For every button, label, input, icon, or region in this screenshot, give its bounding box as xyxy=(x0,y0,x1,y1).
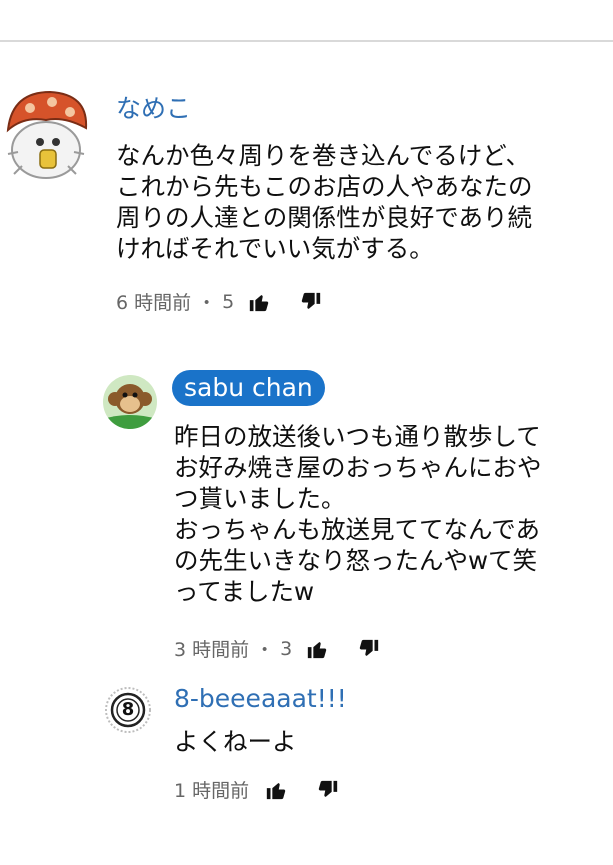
avatar-label: 8 xyxy=(121,699,135,720)
reply-text-line: ってましたw xyxy=(174,577,315,606)
comment-text: なんか色々周りを巻き込んでるけど、 これから先もこのお店の人やあなたの 周りの人… xyxy=(116,140,533,264)
reply-author[interactable]: 8-beeeaaat!!! xyxy=(174,684,347,713)
like-count: 5 xyxy=(222,290,235,313)
comment-author[interactable]: なめこ xyxy=(116,89,191,125)
reply-author[interactable]: sabu chan xyxy=(172,370,325,406)
avatar-8-beeeaaat[interactable]: 8 xyxy=(104,686,152,734)
meta-separator: ・ xyxy=(255,639,275,661)
avatar-sabu-chan[interactable] xyxy=(103,375,157,429)
reply-text-line: つ貰いました。 xyxy=(174,484,346,513)
reply-timestamp: 1 時間前 xyxy=(174,780,250,802)
thumbs-up-icon[interactable] xyxy=(306,638,328,660)
reply-text: 昨日の放送後いつも通り散歩して お好み焼き屋のおっちゃんにおや つ貰いました。 … xyxy=(174,421,542,607)
thumbs-up-icon[interactable] xyxy=(265,779,287,801)
reply-text-line: 昨日の放送後いつも通り散歩して xyxy=(174,422,541,451)
reply-text-line: おっちゃんも放送見ててなんであ xyxy=(174,515,541,544)
comment-text-line: ければそれでいい気がする。 xyxy=(116,234,434,263)
comment-meta: 6 時間前 ・ 5 xyxy=(116,288,322,315)
reply-text-line: お好み焼き屋のおっちゃんにおや xyxy=(174,453,542,482)
comment-thread: なめこ なんか色々周りを巻き込んでるけど、 これから先もこのお店の人やあなたの … xyxy=(0,0,613,330)
reply-meta: 1 時間前 xyxy=(174,776,339,803)
reply-text: よくねーよ xyxy=(174,726,297,757)
thumbs-down-icon[interactable] xyxy=(358,638,380,660)
avatar-nameko[interactable] xyxy=(2,86,92,182)
like-count: 3 xyxy=(280,637,293,660)
thumbs-down-icon[interactable] xyxy=(300,291,322,313)
reply-text-line: よくねーよ xyxy=(174,727,297,756)
reply-meta: 3 時間前 ・ 3 xyxy=(174,635,380,662)
meta-separator: ・ xyxy=(197,292,217,314)
comment-text-line: なんか色々周りを巻き込んでるけど、 xyxy=(116,141,531,170)
comment-text-line: 周りの人達との関係性が良好であり続 xyxy=(116,203,533,232)
comment-timestamp: 6 時間前 xyxy=(116,292,192,314)
reply: 8 8-beeeaaat!!! よくねーよ 1 時間前 xyxy=(0,680,613,810)
thumbs-down-icon[interactable] xyxy=(317,779,339,801)
reply: sabu chan 昨日の放送後いつも通り散歩して お好み焼き屋のおっちゃんにお… xyxy=(0,360,613,670)
reply-timestamp: 3 時間前 xyxy=(174,639,250,661)
thumbs-up-icon[interactable] xyxy=(248,291,270,313)
reply-text-line: の先生いきなり怒ったんやwて笑 xyxy=(174,546,538,575)
comment-text-line: これから先もこのお店の人やあなたの xyxy=(116,172,533,201)
